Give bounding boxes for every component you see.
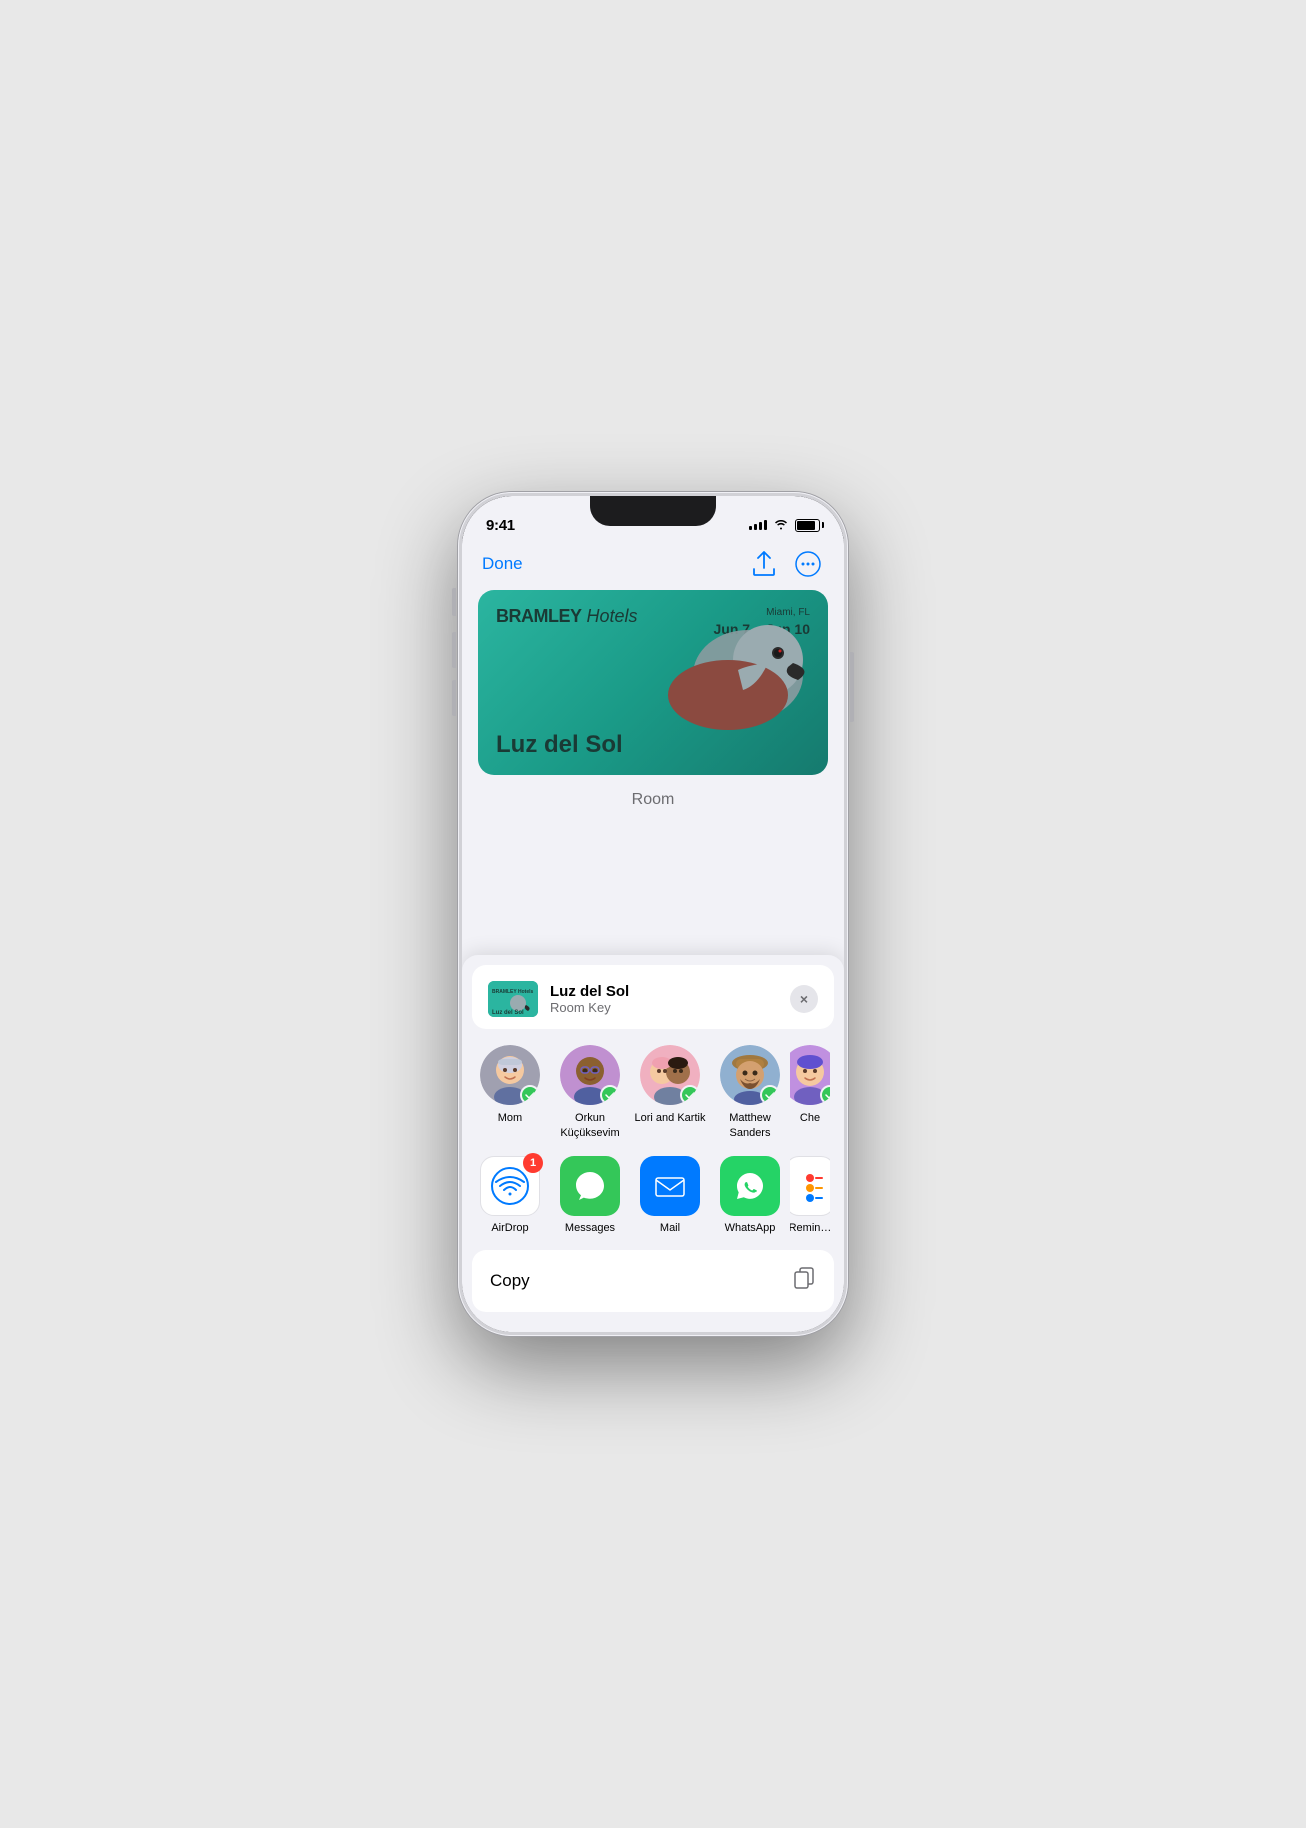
nav-actions xyxy=(748,548,824,580)
contact-avatar-che xyxy=(790,1045,830,1105)
status-bar: 9:41 xyxy=(462,496,844,540)
contact-avatar-mom xyxy=(480,1045,540,1105)
screen: 9:41 xyxy=(462,496,844,1332)
volume-down-button xyxy=(452,680,456,716)
share-title-group: Luz del Sol Room Key xyxy=(550,983,790,1015)
app-name-whatsapp: WhatsApp xyxy=(725,1222,776,1234)
contact-badge-matthew xyxy=(760,1085,780,1105)
contact-name-orkun: Orkun Küçüksevim xyxy=(550,1111,630,1140)
hotel-card: BRAMLEY Hotels Miami, FL Jun 7 – Jun 10 xyxy=(478,590,828,775)
reminders-icon xyxy=(790,1156,830,1216)
app-name-reminders: Remin… xyxy=(790,1222,830,1234)
messages-icon xyxy=(560,1156,620,1216)
volume-up-button xyxy=(452,632,456,668)
signal-bars-icon xyxy=(749,520,767,530)
battery-icon xyxy=(795,519,820,532)
app-item-whatsapp[interactable]: WhatsApp xyxy=(710,1156,790,1234)
contact-badge-lori xyxy=(680,1085,700,1105)
app-item-mail[interactable]: Mail xyxy=(630,1156,710,1234)
contact-name-lori: Lori and Kartik xyxy=(635,1111,706,1125)
share-sheet: BRAMLEY Hotels Luz del Sol Luz del Sol R… xyxy=(462,955,844,1332)
contact-badge-orkun xyxy=(600,1085,620,1105)
battery-fill xyxy=(797,521,815,530)
contact-name-matthew: Matthew Sanders xyxy=(710,1111,790,1140)
app-item-reminders[interactable]: Remin… xyxy=(790,1156,830,1234)
app-item-airdrop[interactable]: 1 AirDrop xyxy=(470,1156,550,1234)
airdrop-icon: 1 xyxy=(480,1156,540,1216)
apps-row: 1 AirDrop Messages xyxy=(462,1148,844,1242)
svg-text:BRAMLEY Hotels: BRAMLEY Hotels xyxy=(492,989,534,995)
hotel-bird-illustration xyxy=(638,615,828,745)
share-thumbnail: BRAMLEY Hotels Luz del Sol xyxy=(488,981,538,1017)
share-sheet-header: BRAMLEY Hotels Luz del Sol Luz del Sol R… xyxy=(472,965,834,1029)
share-subtitle: Room Key xyxy=(550,1000,790,1015)
contact-badge-mom xyxy=(520,1085,540,1105)
contact-item-lori[interactable]: Lori and Kartik xyxy=(630,1045,710,1140)
silent-switch xyxy=(452,588,456,616)
share-title: Luz del Sol xyxy=(550,983,790,1000)
contact-name-mom: Mom xyxy=(498,1111,522,1125)
share-close-button[interactable]: × xyxy=(790,985,818,1013)
copy-button[interactable]: Copy xyxy=(472,1250,834,1312)
contact-avatar-orkun xyxy=(560,1045,620,1105)
wifi-icon xyxy=(773,518,789,533)
contact-name-che: Che xyxy=(800,1111,820,1125)
contact-item-orkun[interactable]: Orkun Küçüksevim xyxy=(550,1045,630,1140)
hotel-brand: BRAMLEY Hotels xyxy=(496,606,638,627)
app-name-messages: Messages xyxy=(565,1222,615,1234)
contact-item-matthew[interactable]: Matthew Sanders xyxy=(710,1045,790,1140)
whatsapp-icon xyxy=(720,1156,780,1216)
contact-item-mom[interactable]: Mom xyxy=(470,1045,550,1140)
share-button[interactable] xyxy=(748,548,780,580)
app-name-mail: Mail xyxy=(660,1222,680,1234)
contacts-row: Mom xyxy=(462,1029,844,1148)
status-time: 9:41 xyxy=(486,517,515,534)
more-button[interactable] xyxy=(792,548,824,580)
svg-text:Luz del Sol: Luz del Sol xyxy=(492,1010,524,1016)
contact-avatar-matthew xyxy=(720,1045,780,1105)
copy-label: Copy xyxy=(490,1271,530,1291)
done-button[interactable]: Done xyxy=(482,554,523,574)
contact-avatar-lori xyxy=(640,1045,700,1105)
copy-icon xyxy=(792,1266,816,1296)
main-content: Done xyxy=(462,540,844,1332)
phone-device: 9:41 xyxy=(458,492,848,1336)
app-item-messages[interactable]: Messages xyxy=(550,1156,630,1234)
app-name-airdrop: AirDrop xyxy=(491,1222,528,1234)
power-button xyxy=(850,652,854,722)
status-icons xyxy=(749,518,820,533)
mail-icon xyxy=(640,1156,700,1216)
airdrop-badge: 1 xyxy=(523,1153,543,1173)
contact-item-che[interactable]: Che xyxy=(790,1045,830,1140)
hotel-guest-name: Luz del Sol xyxy=(496,731,623,759)
top-navigation: Done xyxy=(462,540,844,590)
room-label: Room xyxy=(462,787,844,815)
phone-frame: 9:41 xyxy=(462,496,844,1332)
